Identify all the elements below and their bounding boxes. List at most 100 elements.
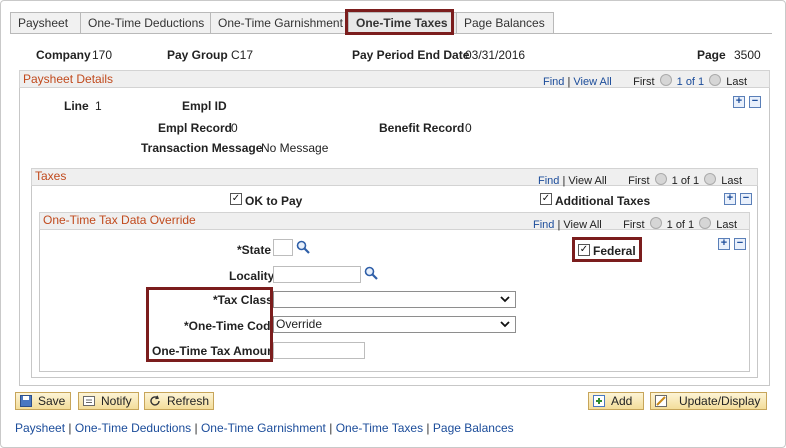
prev-arrow-icon[interactable] xyxy=(654,173,667,185)
override-nav: Find | View All First 1 of 1 Last xyxy=(533,217,738,231)
empl-record-label: Empl Record xyxy=(158,121,233,135)
bottom-link-one-time-deductions[interactable]: One-Time Deductions xyxy=(75,421,191,435)
ok-to-pay-label: OK to Pay xyxy=(245,194,303,208)
next-arrow-icon[interactable] xyxy=(709,74,722,86)
state-label: *State xyxy=(237,243,272,257)
add-label: Add xyxy=(611,394,633,408)
locality-label: Locality xyxy=(229,269,275,283)
bottom-link-page-balances[interactable]: Page Balances xyxy=(433,421,514,435)
line-label: Line xyxy=(64,99,89,113)
prev-arrow-icon[interactable] xyxy=(659,74,672,86)
bottom-link-paysheet[interactable]: Paysheet xyxy=(15,421,65,435)
first-label: First xyxy=(633,76,655,88)
page-label: Page xyxy=(697,48,726,62)
separator: | xyxy=(68,421,72,435)
chevron-down-icon xyxy=(499,318,511,335)
highlight-federal xyxy=(572,237,642,262)
one-time-tax-amount-input[interactable] xyxy=(273,342,365,359)
tab-page-balances[interactable]: Page Balances xyxy=(456,12,554,33)
override-title: One-Time Tax Data Override xyxy=(43,213,196,227)
row-count: 1 of 1 xyxy=(671,175,700,187)
pay-group-label: Pay Group xyxy=(167,48,228,62)
empl-id-label: Empl ID xyxy=(182,99,227,113)
delete-row-icon[interactable]: − xyxy=(734,238,746,250)
chevron-down-icon xyxy=(499,293,511,310)
pay-group-value: C17 xyxy=(231,48,254,62)
view-all-link[interactable]: View All xyxy=(573,76,611,88)
last-label: Last xyxy=(716,219,738,231)
state-input[interactable] xyxy=(273,239,293,256)
bottom-link-one-time-garnishment[interactable]: One-Time Garnishment xyxy=(201,421,326,435)
add-row-icon[interactable]: + xyxy=(718,238,730,250)
next-arrow-icon[interactable] xyxy=(704,173,717,185)
find-link[interactable]: Find xyxy=(538,175,559,187)
first-label: First xyxy=(623,219,645,231)
refresh-icon xyxy=(150,395,160,406)
view-all-link[interactable]: View All xyxy=(568,175,606,187)
pay-period-end-label: Pay Period End Date xyxy=(352,48,470,62)
one-time-code-select[interactable]: Override xyxy=(273,316,516,333)
prev-arrow-icon[interactable] xyxy=(649,217,662,229)
save-button[interactable]: Save xyxy=(15,392,71,410)
save-icon xyxy=(20,395,32,407)
company-value: 170 xyxy=(92,48,113,62)
tab-one-time-garnishment[interactable]: One-Time Garnishment xyxy=(210,12,352,33)
tab-label: Page Balances xyxy=(464,16,545,30)
add-row-icon[interactable]: + xyxy=(724,193,736,205)
delete-row-icon[interactable]: − xyxy=(749,96,761,108)
additional-taxes-checkbox[interactable]: ✓ xyxy=(540,193,552,205)
find-link[interactable]: Find xyxy=(543,76,564,88)
tax-class-select[interactable] xyxy=(273,291,516,308)
paysheet-nav: Find | View All First 1 of 1 Last xyxy=(543,74,748,88)
save-label: Save xyxy=(38,394,66,408)
last-label: Last xyxy=(721,175,743,187)
add-row-icon[interactable]: + xyxy=(733,96,745,108)
separator: | xyxy=(329,421,333,435)
notify-button[interactable]: Notify xyxy=(78,392,139,410)
separator: | xyxy=(194,421,198,435)
delete-row-icon[interactable]: − xyxy=(740,193,752,205)
benefit-record-value: 0 xyxy=(465,121,472,135)
separator: | xyxy=(426,421,430,435)
benefit-record-label: Benefit Record xyxy=(379,121,465,135)
update-icon xyxy=(655,395,667,407)
locality-lookup-icon[interactable] xyxy=(364,266,378,280)
taxes-title: Taxes xyxy=(35,169,67,183)
next-arrow-icon[interactable] xyxy=(699,217,712,229)
empl-record-value: 0 xyxy=(231,121,238,135)
tab-label: One-Time Deductions xyxy=(88,16,205,30)
refresh-label: Refresh xyxy=(167,394,210,408)
tab-label: One-Time Garnishment xyxy=(218,16,343,30)
one-time-code-value: Override xyxy=(276,317,323,331)
locality-input[interactable] xyxy=(273,266,361,283)
update-display-button[interactable]: Update/Display xyxy=(650,392,767,410)
notify-label: Notify xyxy=(101,394,132,408)
row-count: 1 of 1 xyxy=(676,76,705,88)
row-count: 1 of 1 xyxy=(666,219,695,231)
tab-paysheet[interactable]: Paysheet xyxy=(10,12,83,33)
add-icon xyxy=(593,395,605,407)
company-label: Company xyxy=(36,48,91,62)
add-button[interactable]: Add xyxy=(588,392,644,410)
notify-icon xyxy=(83,396,95,406)
highlight-tab xyxy=(345,9,454,35)
transaction-message-value: No Message xyxy=(261,141,329,155)
first-label: First xyxy=(628,175,650,187)
page-value: 3500 xyxy=(734,48,761,62)
find-link[interactable]: Find xyxy=(533,219,554,231)
bottom-link-one-time-taxes[interactable]: One-Time Taxes xyxy=(336,421,423,435)
view-all-link[interactable]: View All xyxy=(563,219,601,231)
taxes-nav: Find | View All First 1 of 1 Last xyxy=(538,173,743,187)
ok-to-pay-checkbox[interactable]: ✓ xyxy=(230,193,242,205)
additional-taxes-label: Additional Taxes xyxy=(555,194,651,208)
bottom-page-links: Paysheet | One-Time Deductions | One-Tim… xyxy=(15,421,514,435)
state-lookup-icon[interactable] xyxy=(296,240,310,254)
tab-one-time-deductions[interactable]: One-Time Deductions xyxy=(80,12,214,33)
last-label: Last xyxy=(726,76,748,88)
line-value: 1 xyxy=(95,99,102,113)
update-display-label: Update/Display xyxy=(679,394,761,408)
refresh-button[interactable]: Refresh xyxy=(144,392,214,410)
transaction-message-label: Transaction Message xyxy=(141,141,263,155)
paysheet-details-title: Paysheet Details xyxy=(23,72,114,86)
highlight-tax-fields xyxy=(146,287,273,362)
